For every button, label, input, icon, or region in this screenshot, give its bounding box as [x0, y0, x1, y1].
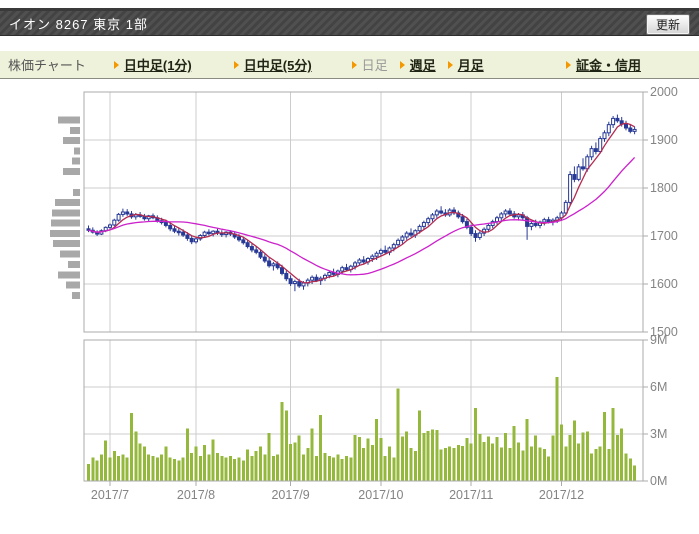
stock-title: イオン 8267 東京 1部 [9, 16, 148, 32]
svg-text:6M: 6M [650, 380, 667, 394]
tab-intraday-5min[interactable]: 日中足(5分) [233, 55, 312, 74]
tab-intraday-5min-link[interactable]: 日中足(5分) [244, 55, 312, 74]
tab-margin-credit-link[interactable]: 証金・信用 [576, 55, 641, 74]
arrow-right-icon [113, 60, 119, 69]
svg-text:1600: 1600 [650, 277, 678, 291]
arrow-right-icon [399, 60, 405, 69]
tab-monthly-link[interactable]: 月足 [458, 55, 484, 74]
arrow-right-icon [351, 60, 357, 69]
tab-intraday-1min[interactable]: 日中足(1分) [113, 55, 192, 74]
svg-text:1900: 1900 [650, 133, 678, 147]
svg-text:2000: 2000 [650, 85, 678, 99]
arrow-right-icon [447, 60, 453, 69]
refresh-button[interactable]: 更新 [645, 14, 690, 35]
svg-text:1800: 1800 [650, 181, 678, 195]
moving-average-lines [88, 122, 636, 284]
plot-borders [83, 91, 644, 482]
tab-daily-label: 日足 [361, 58, 388, 73]
volume-bars-group [87, 376, 637, 481]
svg-text:2017/10: 2017/10 [358, 488, 403, 502]
svg-text:3M: 3M [650, 427, 667, 441]
svg-text:2017/9: 2017/9 [271, 488, 309, 502]
tab-intraday-1min-link[interactable]: 日中足(1分) [124, 55, 192, 74]
price-volume-chart: 2000190018001700160015009M6M3M0M2017/7 20… [50, 85, 678, 502]
arrow-right-icon [565, 60, 571, 69]
svg-text:9M: 9M [650, 333, 667, 347]
svg-text:2017/7: 2017/7 [91, 488, 129, 502]
svg-text:0M: 0M [650, 474, 667, 488]
tab-margin-credit[interactable]: 証金・信用 [565, 55, 641, 74]
ma-long [88, 156, 636, 276]
tab-weekly[interactable]: 週足 [399, 55, 436, 74]
section-label: 株価チャート [8, 58, 86, 73]
svg-text:2017/8: 2017/8 [177, 488, 215, 502]
axis-labels: 2000190018001700160015009M6M3M0M2017/7 20… [91, 85, 678, 502]
grid-lines [84, 92, 643, 481]
stock-title-bar: イオン 8267 東京 1部 更新 [0, 8, 699, 36]
arrow-right-icon [233, 60, 239, 69]
volume-by-price-bars [50, 116, 80, 300]
tab-monthly[interactable]: 月足 [447, 55, 484, 74]
svg-text:1700: 1700 [650, 229, 678, 243]
svg-text:2017/11: 2017/11 [449, 488, 493, 502]
svg-text:2017/12: 2017/12 [539, 488, 584, 502]
chart-period-tabbar: 株価チャート 日中足(1分) 日中足(5分) 日足 週足 月足 証金・信用 [0, 51, 699, 79]
stock-chart-panel: 2000 1900 1800 1700 1600 1500 9M 6M 3M 0M 2017/7 20… [0, 84, 699, 529]
tab-daily-current: 日足 [351, 55, 388, 74]
tab-weekly-link[interactable]: 週足 [410, 55, 436, 74]
ma-short [88, 122, 635, 284]
